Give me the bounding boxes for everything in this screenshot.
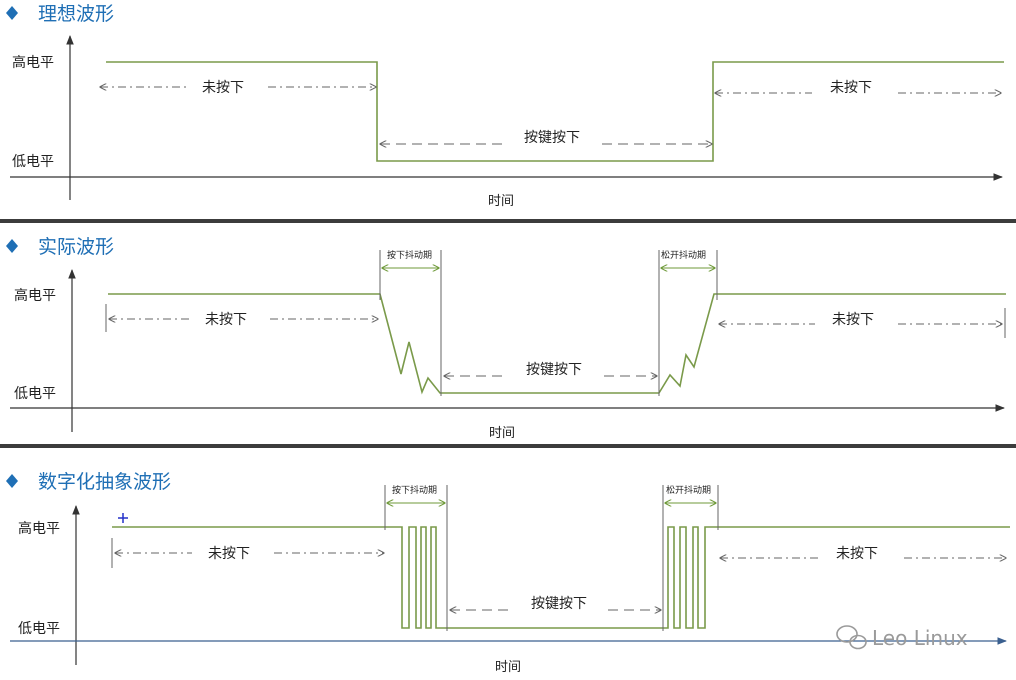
low-level-label: 低电平: [12, 154, 54, 170]
section-divider: [0, 219, 1016, 223]
high-level-label: 高电平: [12, 54, 54, 71]
low-level-label: 低电平: [14, 386, 56, 402]
pressed-label: 按键按下: [526, 362, 582, 378]
section-ideal: 理想波形 高电平 低电平 时间 未按下 按键按下 未按下: [6, 3, 1004, 209]
diamond-bullet-icon: [6, 474, 18, 488]
pressed-label: 按键按下: [531, 596, 587, 612]
time-axis-label: 时间: [489, 426, 515, 441]
not-pressed-label: 未按下: [836, 546, 878, 562]
section-digital: 数字化抽象波形 高电平 低电平 时间 按下抖动期 松开抖动期 未按下 按键按下 …: [6, 471, 1010, 675]
waveform-diagram: 理想波形 高电平 低电平 时间 未按下 按键按下 未按下 实际波形 高电平 低电…: [0, 3, 1016, 675]
release-bounce-label: 松开抖动期: [666, 484, 711, 496]
wechat-icon: [836, 625, 867, 650]
section-title: 实际波形: [38, 236, 114, 258]
not-pressed-label: 未按下: [205, 312, 247, 328]
section-divider: [0, 444, 1016, 448]
high-level-label: 高电平: [14, 287, 56, 304]
release-bounce-label: 松开抖动期: [661, 249, 706, 261]
time-axis-label: 时间: [488, 194, 514, 209]
section-actual: 实际波形 高电平 低电平 时间 按下抖动期 松开抖动期 未按下 按键按下 未按下: [6, 236, 1006, 441]
watermark: Leo Linux: [836, 625, 968, 650]
press-bounce-label: 按下抖动期: [387, 249, 432, 261]
press-bounce-label: 按下抖动期: [392, 484, 437, 496]
watermark-text: Leo Linux: [872, 626, 968, 650]
not-pressed-label: 未按下: [830, 80, 872, 96]
digital-waveform: [112, 526, 1010, 629]
ideal-waveform: [106, 61, 1004, 162]
low-level-label: 低电平: [18, 621, 60, 637]
section-title: 理想波形: [38, 3, 114, 25]
pressed-label: 按键按下: [524, 130, 580, 146]
diamond-bullet-icon: [6, 239, 18, 253]
not-pressed-label: 未按下: [832, 312, 874, 328]
high-level-label: 高电平: [18, 520, 60, 537]
actual-waveform: [108, 293, 1006, 395]
not-pressed-label: 未按下: [202, 80, 244, 96]
not-pressed-label: 未按下: [208, 546, 250, 562]
time-axis-label: 时间: [495, 660, 521, 675]
diamond-bullet-icon: [6, 6, 18, 20]
section-title: 数字化抽象波形: [38, 471, 171, 493]
